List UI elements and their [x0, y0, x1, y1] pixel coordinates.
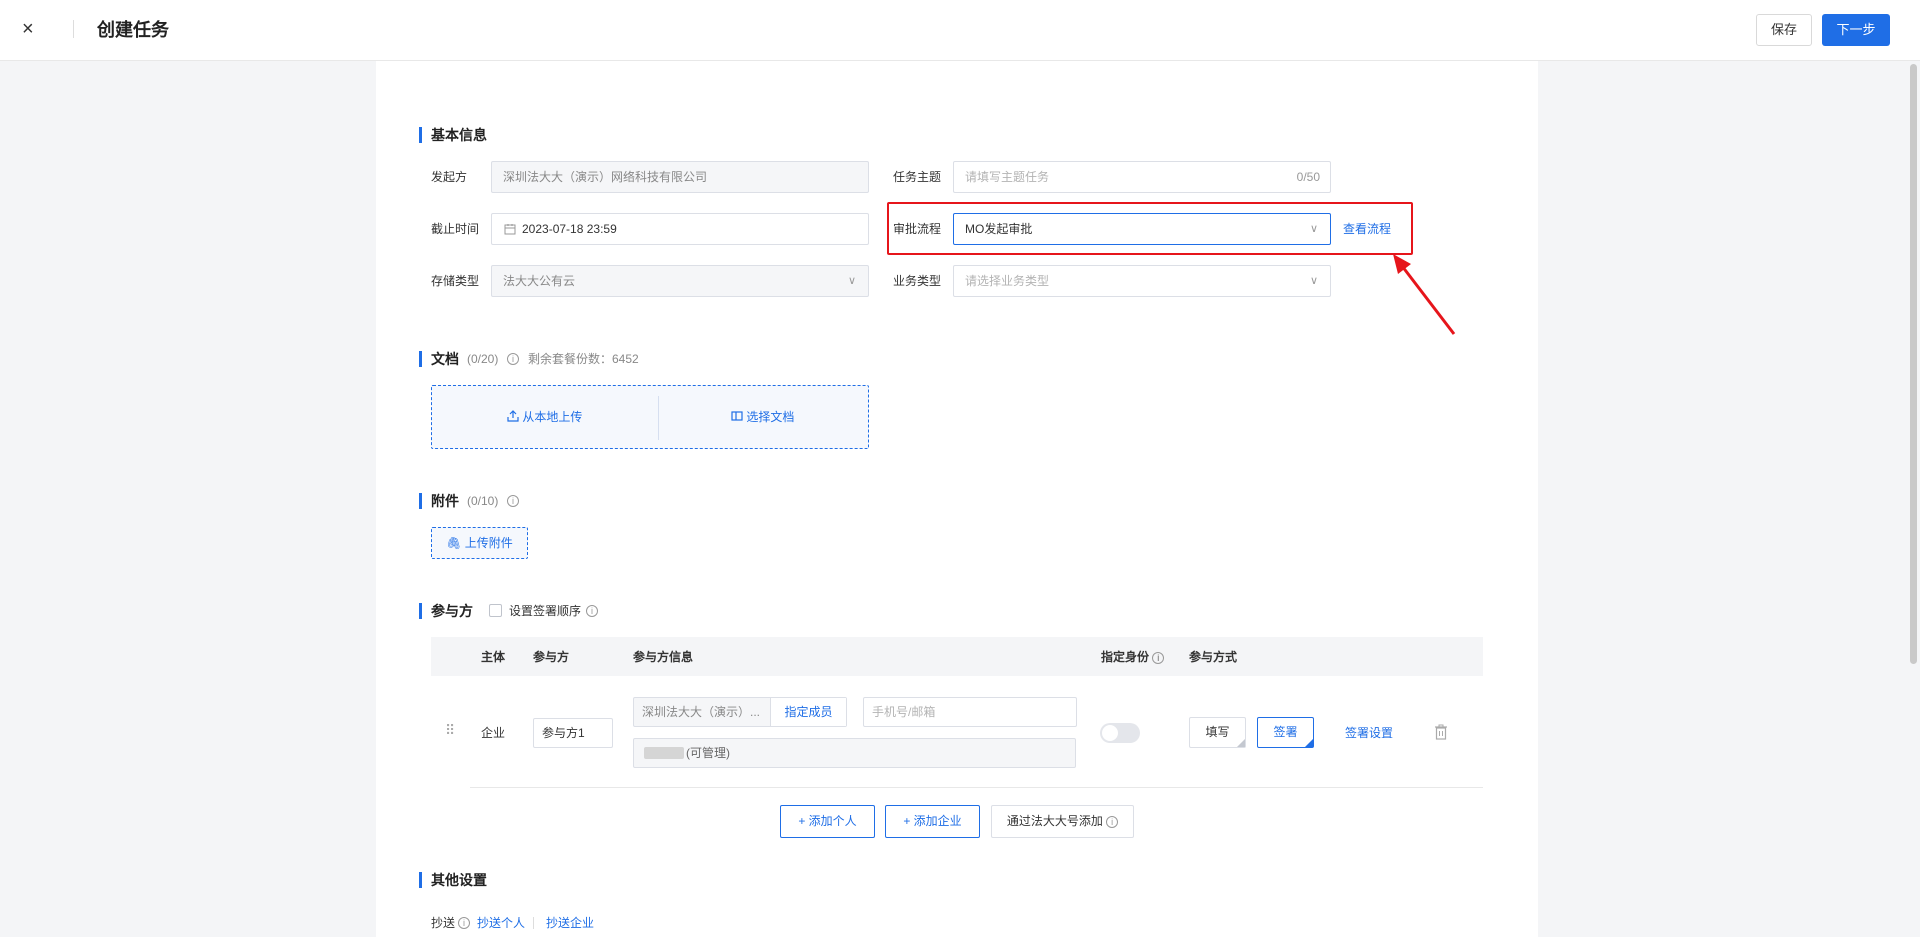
scrollbar-thumb[interactable]: [1910, 64, 1917, 664]
upload-attachment-label: 上传附件: [464, 536, 513, 550]
fill-mode-label: 填写: [1205, 725, 1230, 739]
highlight-box: [887, 202, 1413, 255]
sign-order-label: 设置签署顺序: [509, 604, 582, 618]
doc-upload-area: 从本地上传 选择文档: [431, 385, 869, 449]
info-icon: i: [507, 495, 519, 507]
chevron-down-icon: ∨: [847, 275, 856, 287]
page-title: 创建任务: [97, 20, 169, 40]
info-icon: i: [507, 353, 519, 365]
storage-label: 存储类型: [431, 274, 480, 288]
contact-placeholder: 手机号/邮箱: [872, 705, 936, 719]
identity-toggle[interactable]: [1100, 723, 1140, 743]
close-icon[interactable]: ×: [22, 17, 34, 41]
storage-value: 法大大公有云: [503, 274, 576, 288]
fill-mode-button[interactable]: 填写: [1189, 717, 1246, 748]
upload-icon: [507, 410, 519, 422]
col-subject: 主体: [481, 650, 506, 664]
upload-attachment-button[interactable]: 🖇 上传附件: [431, 527, 528, 559]
company-member-field: 深圳法大大（演示）... 指定成员: [633, 697, 847, 727]
add-by-account-button[interactable]: 通过法大大号添加 i: [991, 805, 1134, 838]
biz-type-label: 业务类型: [893, 274, 942, 288]
section-title-parties: 参与方: [419, 602, 473, 620]
contact-input[interactable]: 手机号/邮箱: [863, 697, 1077, 727]
subject-input[interactable]: 请填写主题任务 0/50: [953, 161, 1331, 193]
calendar-icon: [504, 224, 516, 235]
section-title-attach: 附件: [419, 492, 459, 510]
choose-doc-label: 选择文档: [746, 410, 795, 424]
cc-divider: [533, 917, 534, 929]
docs-remaining: 剩余套餐份数：6452: [528, 352, 639, 366]
docs-count: (0/20): [467, 352, 499, 366]
add-person-button[interactable]: + 添加个人: [780, 805, 875, 838]
company-name: 深圳法大大（演示）...: [642, 705, 761, 719]
pick-member-button[interactable]: 指定成员: [770, 698, 846, 726]
sign-settings-link[interactable]: 签署设置: [1345, 724, 1393, 742]
cc-label: 抄送: [431, 916, 456, 930]
section-title-basic: 基本信息: [419, 126, 487, 144]
sign-mode-button[interactable]: 签署: [1257, 717, 1314, 748]
add-by-account-label: 通过法大大号添加: [1006, 814, 1103, 828]
party-name-input[interactable]: 参与方1: [533, 718, 613, 748]
annotation-arrow-icon: [1393, 254, 1456, 335]
deadline-value: 2023-07-18 23:59: [522, 222, 617, 236]
admin-tag: (可管理): [686, 746, 730, 760]
add-company-button[interactable]: + 添加企业: [885, 805, 980, 838]
upload-local-button[interactable]: 从本地上传: [507, 408, 582, 426]
col-identity-label: 指定身份: [1101, 650, 1150, 664]
deadline-label: 截止时间: [431, 222, 480, 236]
initiator-label: 发起方: [431, 170, 468, 184]
section-title-other: 其他设置: [419, 871, 487, 889]
sign-order-checkbox[interactable]: [489, 604, 502, 617]
cc-person-link[interactable]: 抄送个人: [477, 914, 525, 932]
top-bar: × 创建任务 保存 下一步: [0, 0, 1920, 61]
subject-label: 任务主题: [893, 170, 942, 184]
paperclip-icon: 🖇: [446, 536, 462, 550]
storage-select: 法大大公有云 ∨: [491, 265, 869, 297]
row-divider: [470, 787, 1483, 788]
upload-local-label: 从本地上传: [522, 410, 583, 424]
biz-type-select[interactable]: 请选择业务类型 ∨: [953, 265, 1331, 297]
save-button[interactable]: 保存: [1756, 14, 1812, 46]
initiator-value: 深圳法大大（演示）网络科技有限公司: [503, 170, 708, 184]
corner-mark: [1305, 739, 1313, 747]
party-type: 企业: [481, 726, 506, 740]
chevron-down-icon: ∨: [1309, 275, 1318, 287]
info-icon: i: [1152, 651, 1165, 664]
upload-divider: [658, 396, 659, 440]
redacted-name: [644, 747, 684, 759]
subject-char-count: 0/50: [1296, 170, 1320, 184]
trash-icon[interactable]: [1434, 724, 1448, 740]
corner-mark: [1237, 739, 1245, 747]
col-mode: 参与方式: [1189, 650, 1238, 664]
choose-doc-button[interactable]: 选择文档: [731, 408, 794, 426]
col-identity: 指定身份 i: [1101, 648, 1165, 666]
info-icon: i: [458, 917, 470, 929]
info-icon: i: [586, 605, 598, 617]
sign-mode-label: 签署: [1273, 725, 1298, 739]
col-info: 参与方信息: [633, 650, 694, 664]
subject-placeholder: 请填写主题任务: [965, 170, 1050, 184]
biz-type-placeholder: 请选择业务类型: [965, 274, 1050, 288]
drag-handle-icon[interactable]: ⠿: [445, 723, 456, 737]
col-party: 参与方: [533, 650, 570, 664]
next-step-button[interactable]: 下一步: [1822, 14, 1890, 46]
document-icon: [731, 411, 743, 421]
info-icon: i: [1106, 815, 1119, 828]
attach-count: (0/10): [467, 494, 499, 508]
parties-table-header: 主体 参与方 参与方信息 指定身份 i 参与方式: [431, 637, 1483, 676]
admin-member-field: (可管理): [633, 738, 1076, 768]
cc-company-link[interactable]: 抄送企业: [546, 914, 594, 932]
header-divider: [73, 20, 74, 38]
initiator-field: 深圳法大大（演示）网络科技有限公司: [491, 161, 869, 193]
deadline-picker[interactable]: 2023-07-18 23:59: [491, 213, 869, 245]
section-title-docs: 文档: [419, 350, 459, 368]
